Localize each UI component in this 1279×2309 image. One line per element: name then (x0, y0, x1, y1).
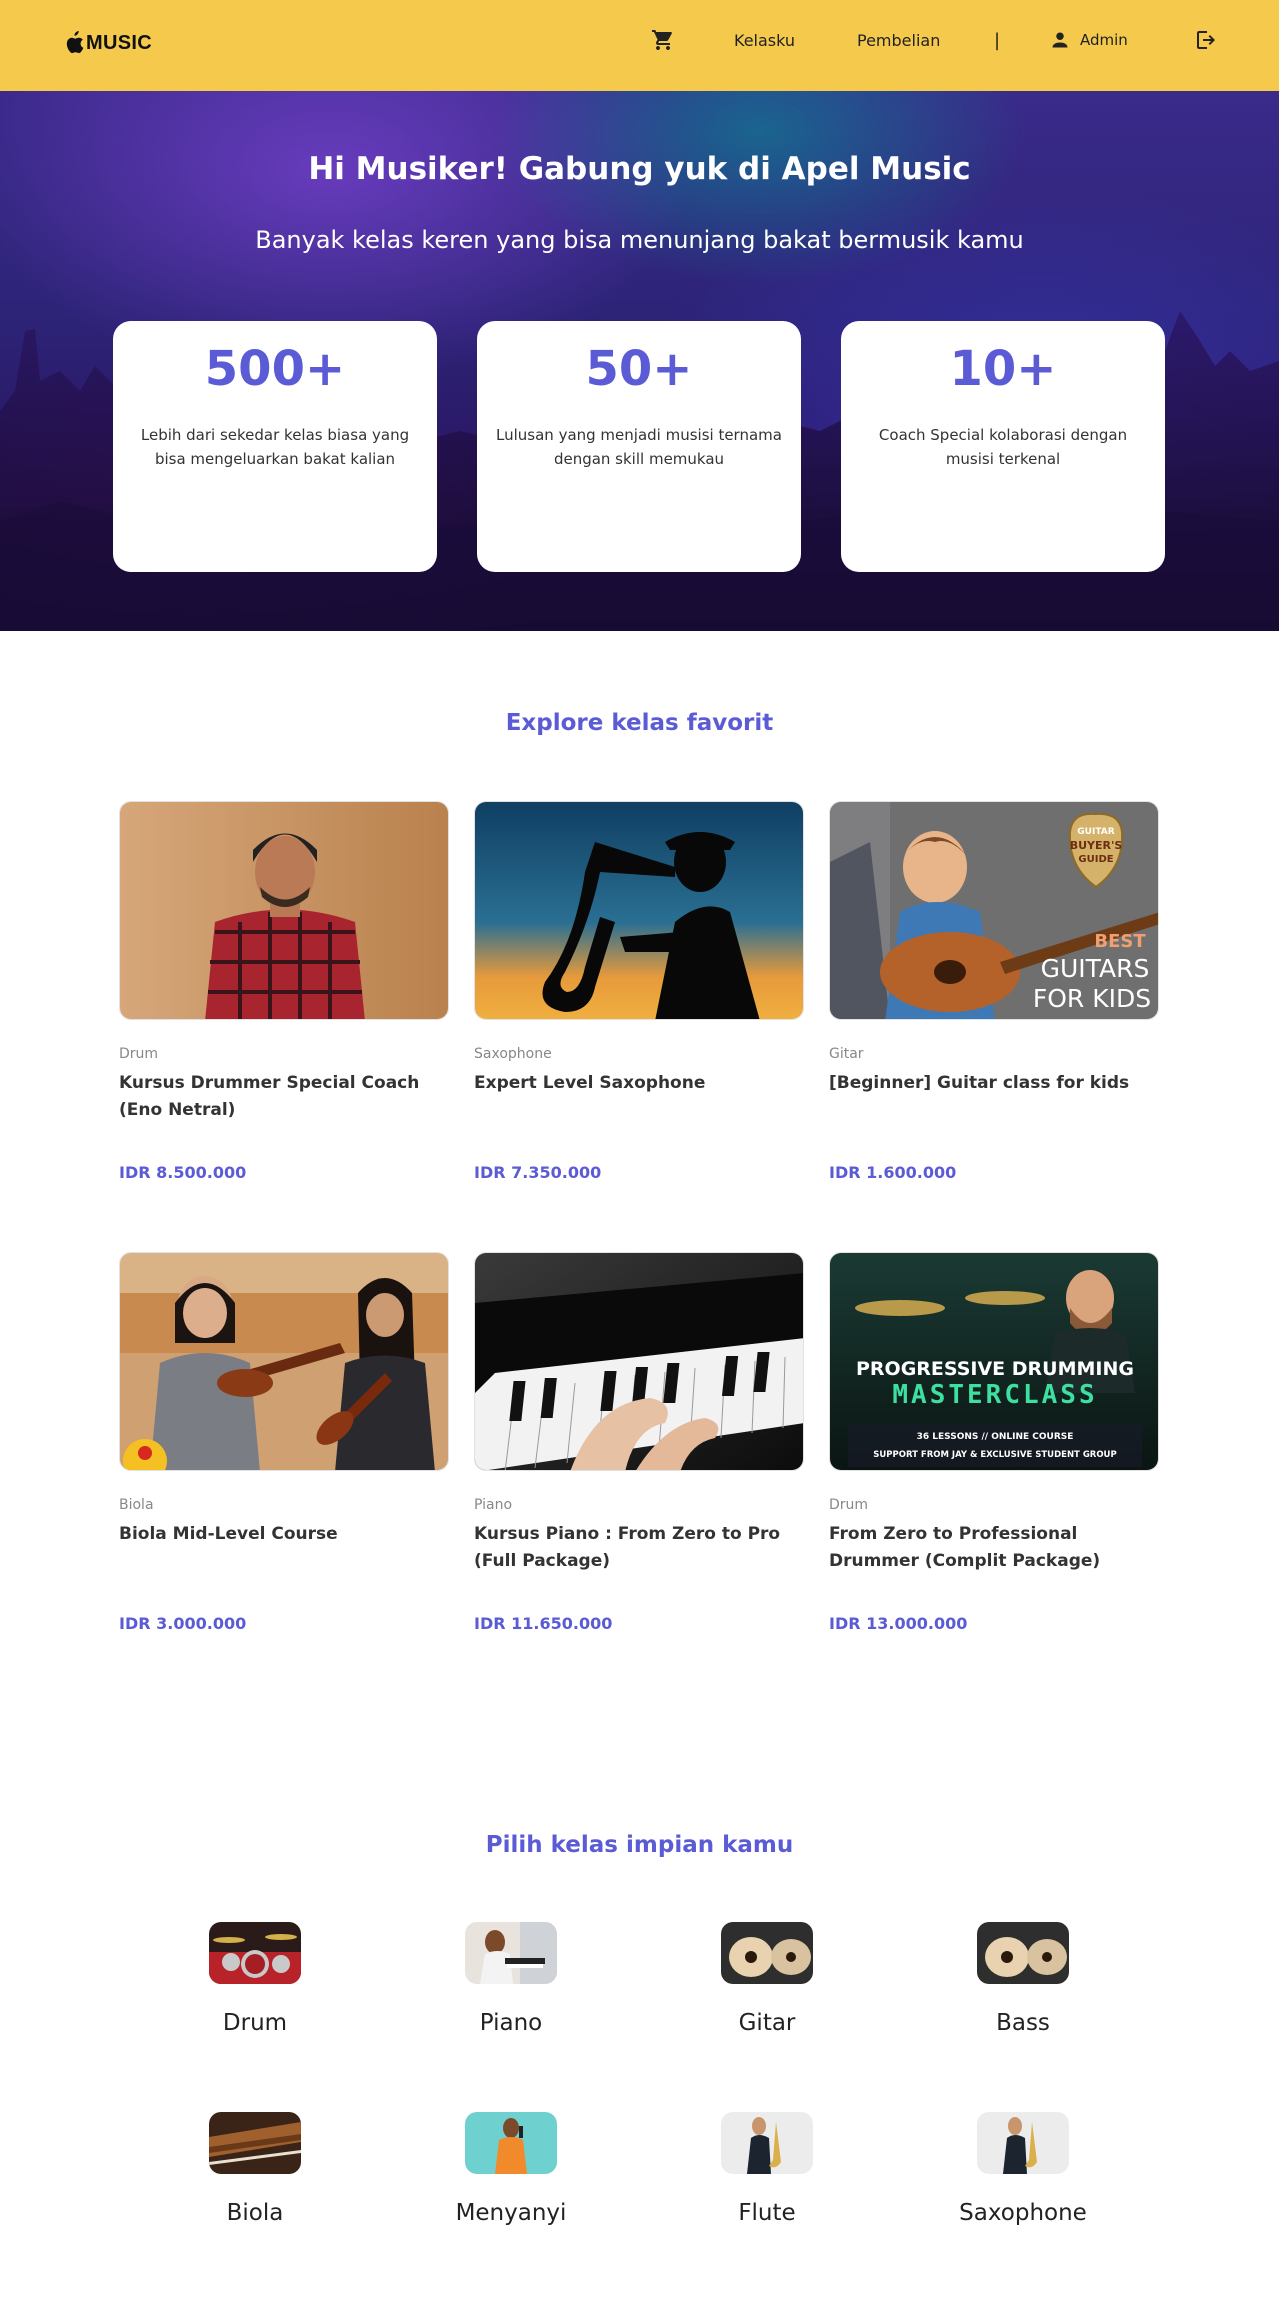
course-image-drumming-masterclass: PROGRESSIVE DRUMMING MASTERCLASS 36 LESS… (829, 1252, 1159, 1471)
course-card[interactable]: Piano Kursus Piano : From Zero to Pro (F… (474, 1252, 804, 1633)
logo[interactable]: MUSIC (64, 31, 152, 55)
category-item-flute[interactable]: Flute (667, 2112, 867, 2226)
user-name: Admin (1080, 31, 1128, 49)
course-category: Gitar (829, 1046, 864, 1062)
course-price: IDR 3.000.000 (119, 1614, 247, 1633)
category-item-menyanyi[interactable]: Menyanyi (411, 2112, 611, 2226)
stat-description: Coach Special kolaborasi dengan musisi t… (878, 426, 1128, 468)
category-label: Gitar (738, 2010, 796, 2036)
hero-subtitle: Banyak kelas keren yang bisa menunjang b… (255, 226, 1024, 254)
course-image-piano (474, 1252, 804, 1471)
course-price: IDR 8.500.000 (119, 1163, 247, 1182)
masterclass-image-line3: 36 LESSONS // ONLINE COURSE (917, 1432, 1074, 1442)
logo-text: MUSIC (86, 31, 152, 54)
masterclass-image-line1: PROGRESSIVE DRUMMING (856, 1358, 1134, 1380)
course-image-violin (119, 1252, 449, 1471)
stat-card-graduates: 50+ Lulusan yang menjadi musisi ternama … (477, 321, 801, 572)
category-item-drum[interactable]: Drum (155, 1922, 355, 2036)
user-icon (1052, 32, 1068, 48)
course-category: Piano (474, 1497, 513, 1513)
course-name[interactable]: [Beginner] Guitar class for kids (829, 1070, 1159, 1140)
course-price: IDR 13.000.000 (829, 1614, 968, 1633)
hero-banner: Hi Musiker! Gabung yuk di Apel Music Ban… (0, 91, 1279, 631)
stat-value: 500+ (204, 341, 346, 397)
guitar-badge-mid-text: BUYER'S (1070, 839, 1123, 852)
course-price: IDR 1.600.000 (829, 1163, 957, 1182)
category-label: Saxophone (959, 2200, 1087, 2226)
course-name[interactable]: From Zero to Professional Drummer (Compl… (829, 1521, 1159, 1591)
stat-value: 10+ (949, 341, 1057, 397)
guitar-image-line2: GUITARS (1041, 954, 1150, 983)
nav-separator: | (994, 30, 1001, 51)
category-label: Drum (222, 2010, 288, 2036)
category-label: Flute (738, 2200, 796, 2226)
course-card[interactable]: PROGRESSIVE DRUMMING MASTERCLASS 36 LESS… (829, 1252, 1159, 1633)
category-item-bass[interactable]: Bass (923, 1922, 1123, 2036)
stat-card-coaches: 10+ Coach Special kolaborasi dengan musi… (841, 321, 1165, 572)
category-image-piano (465, 1922, 557, 1984)
course-card[interactable]: GUITAR BUYER'S GUIDE BEST GUITARS FOR KI… (829, 801, 1159, 1182)
course-name[interactable]: Expert Level Saxophone (474, 1070, 804, 1140)
course-card[interactable]: Saxophone Expert Level Saxophone IDR 7.3… (474, 801, 804, 1182)
course-card[interactable]: Biola Biola Mid-Level Course IDR 3.000.0… (119, 1252, 449, 1633)
category-image-menyanyi (465, 2112, 557, 2174)
explore-section-title: Explore kelas favorit (505, 710, 774, 736)
category-item-gitar[interactable]: Gitar (667, 1922, 867, 2036)
category-item-biola[interactable]: Biola (155, 2112, 355, 2226)
course-image-saxophone (474, 801, 804, 1020)
category-image-drum (209, 1922, 301, 1984)
guitar-image-line3: FOR KIDS (1033, 984, 1151, 1013)
stat-description: Lebih dari sekedar kelas biasa yang bisa… (140, 426, 410, 468)
course-image-guitar-kids: GUITAR BUYER'S GUIDE BEST GUITARS FOR KI… (829, 801, 1159, 1020)
course-card[interactable]: Drum Kursus Drummer Special Coach (Eno N… (119, 801, 449, 1182)
nav-link-pembelian[interactable]: Pembelian (857, 31, 940, 50)
guitar-badge-bottom-text: GUIDE (1078, 854, 1113, 865)
stat-description: Lulusan yang menjadi musisi ternama deng… (496, 426, 782, 468)
category-image-flute (721, 2112, 813, 2174)
category-image-biola (209, 2112, 301, 2174)
category-label: Menyanyi (455, 2200, 567, 2226)
course-name[interactable]: Biola Mid-Level Course (119, 1521, 449, 1591)
guitar-image-line1: BEST (1094, 931, 1146, 952)
category-image-gitar (721, 1922, 813, 1984)
course-category: Drum (829, 1497, 869, 1513)
category-image-bass (977, 1922, 1069, 1984)
category-label: Biola (226, 2200, 284, 2226)
course-name[interactable]: Kursus Piano : From Zero to Pro (Full Pa… (474, 1521, 804, 1591)
course-name[interactable]: Kursus Drummer Special Coach (Eno Netral… (119, 1070, 449, 1140)
user-menu[interactable]: Admin (1050, 30, 1128, 50)
category-item-piano[interactable]: Piano (411, 1922, 611, 2036)
category-image-saxophone (977, 2112, 1069, 2174)
hero-title: Hi Musiker! Gabung yuk di Apel Music (308, 151, 971, 187)
nav-link-kelasku[interactable]: Kelasku (734, 31, 795, 50)
course-price: IDR 11.650.000 (474, 1614, 613, 1633)
categories-section-title: Pilih kelas impian kamu (485, 1832, 794, 1858)
course-price: IDR 7.350.000 (474, 1163, 602, 1182)
stat-card-classes: 500+ Lebih dari sekedar kelas biasa yang… (113, 321, 437, 572)
stat-value: 50+ (585, 341, 693, 397)
masterclass-image-line4: SUPPORT FROM JAY & EXCLUSIVE STUDENT GRO… (873, 1450, 1116, 1460)
masterclass-image-line2: MASTERCLASS (892, 1380, 1097, 1410)
navbar: MUSIC Kelasku Pembelian | Admin (0, 0, 1279, 91)
course-category: Drum (119, 1046, 159, 1062)
course-category: Saxophone (474, 1046, 552, 1062)
category-label: Piano (479, 2010, 543, 2036)
category-item-saxophone[interactable]: Saxophone (923, 2112, 1123, 2226)
guitar-badge-top-text: GUITAR (1077, 827, 1114, 837)
shopping-cart-icon[interactable] (651, 28, 675, 52)
course-category: Biola (119, 1497, 154, 1513)
apple-logo-icon (66, 31, 84, 54)
category-label: Bass (996, 2010, 1050, 2036)
logout-icon[interactable] (1194, 28, 1218, 52)
course-image-drummer-coach (119, 801, 449, 1020)
